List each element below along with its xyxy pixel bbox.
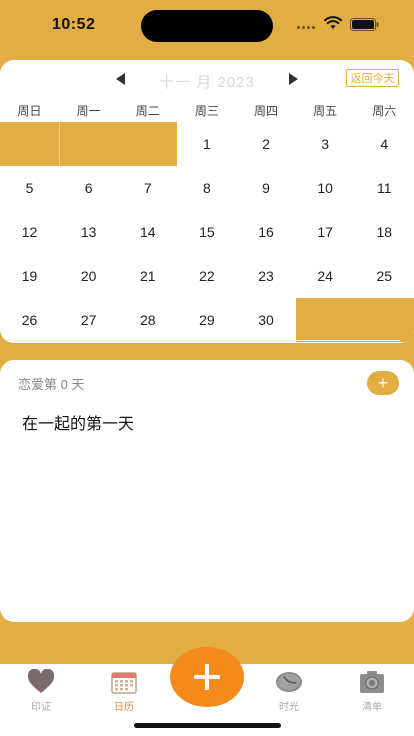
day-cell[interactable]: 9 bbox=[237, 166, 296, 210]
next-month-icon[interactable] bbox=[288, 73, 298, 85]
empty-day-cell bbox=[295, 298, 355, 342]
day-cell[interactable]: 2 bbox=[237, 122, 296, 166]
tab-label: 清单 bbox=[362, 702, 382, 713]
weekday-label: 周六 bbox=[372, 104, 397, 118]
day-cell[interactable]: 7 bbox=[118, 166, 177, 210]
home-indicator bbox=[134, 723, 281, 728]
weekday-label: 周三 bbox=[194, 104, 219, 118]
day-cell[interactable]: 24 bbox=[296, 254, 355, 298]
cellular-signal-icon bbox=[297, 26, 315, 29]
empty-day-cell bbox=[354, 298, 414, 342]
empty-day-cell bbox=[59, 122, 119, 166]
calendar-bottom-divider bbox=[0, 340, 400, 341]
add-note-button[interactable]: + bbox=[367, 371, 399, 395]
tab-label: 时光 bbox=[279, 702, 299, 713]
heart-icon bbox=[27, 669, 55, 693]
empty-day-cell bbox=[118, 122, 178, 166]
calendar-header: 十一 月 2023 返回今天 bbox=[0, 60, 414, 98]
back-to-today-button[interactable]: 返回今天 bbox=[346, 69, 399, 87]
day-cell[interactable]: 21 bbox=[118, 254, 177, 298]
wifi-icon bbox=[324, 16, 342, 29]
day-cell[interactable]: 10 bbox=[296, 166, 355, 210]
weekday-row: 周日 周一 周二 周三 周四 周五 周六 bbox=[0, 102, 414, 118]
empty-day-cell bbox=[0, 122, 60, 166]
add-button[interactable] bbox=[170, 647, 244, 707]
day-cell[interactable]: 22 bbox=[177, 254, 236, 298]
day-cell[interactable]: 19 bbox=[0, 254, 59, 298]
day-cell[interactable]: 28 bbox=[118, 298, 177, 342]
day-cell[interactable]: 5 bbox=[0, 166, 59, 210]
tab-list[interactable]: 清单 bbox=[342, 666, 402, 716]
dynamic-island bbox=[141, 10, 273, 42]
day-cell[interactable]: 27 bbox=[59, 298, 118, 342]
calendar-card: 十一 月 2023 返回今天 周日 周一 周二 周三 周四 周五 周六 1 2 … bbox=[0, 60, 414, 343]
week-row: 1 2 3 4 bbox=[0, 122, 414, 166]
week-row: 19 20 21 22 23 24 25 bbox=[0, 254, 414, 298]
day-cell[interactable]: 20 bbox=[59, 254, 118, 298]
anniversary-note-card: 恋爱第 0 天 + 在一起的第一天 bbox=[0, 360, 414, 622]
day-cell[interactable]: 18 bbox=[355, 210, 414, 254]
status-time: 10:52 bbox=[52, 16, 96, 33]
weekday-label: 周日 bbox=[17, 104, 42, 118]
day-cell[interactable]: 14 bbox=[118, 210, 177, 254]
day-cell[interactable]: 4 bbox=[355, 122, 414, 166]
love-days-counter: 恋爱第 0 天 bbox=[18, 377, 85, 392]
day-cell[interactable]: 3 bbox=[296, 122, 355, 166]
battery-icon bbox=[350, 18, 379, 31]
week-row: 5 6 7 8 9 10 11 bbox=[0, 166, 414, 210]
day-cell[interactable]: 26 bbox=[0, 298, 59, 342]
day-cell[interactable]: 17 bbox=[296, 210, 355, 254]
day-cell[interactable]: 6 bbox=[59, 166, 118, 210]
day-cell[interactable]: 16 bbox=[237, 210, 296, 254]
day-cell[interactable]: 29 bbox=[177, 298, 236, 342]
calendar-icon bbox=[111, 672, 137, 694]
status-bar: 10:52 bbox=[0, 0, 414, 52]
tab-time[interactable]: 时光 bbox=[259, 666, 319, 716]
camera-icon bbox=[360, 671, 384, 693]
day-cell[interactable]: 15 bbox=[177, 210, 236, 254]
clock-icon bbox=[276, 672, 302, 692]
day-cell[interactable]: 1 bbox=[177, 122, 236, 166]
day-cell[interactable]: 8 bbox=[177, 166, 236, 210]
calendar-grid: 1 2 3 4 5 6 7 8 9 10 11 12 13 14 15 16 1… bbox=[0, 122, 414, 342]
day-cell[interactable]: 13 bbox=[59, 210, 118, 254]
tab-proof[interactable]: 印证 bbox=[11, 666, 71, 716]
weekday-label: 周一 bbox=[76, 104, 101, 118]
day-cell[interactable]: 30 bbox=[237, 298, 296, 342]
tab-label: 印证 bbox=[31, 702, 51, 713]
weekday-label: 周二 bbox=[135, 104, 160, 118]
weekday-label: 周四 bbox=[254, 104, 279, 118]
plus-icon bbox=[194, 664, 220, 690]
note-text[interactable]: 在一起的第一天 bbox=[22, 410, 134, 434]
day-cell[interactable]: 12 bbox=[0, 210, 59, 254]
week-row: 12 13 14 15 16 17 18 bbox=[0, 210, 414, 254]
week-row: 26 27 28 29 30 bbox=[0, 298, 414, 342]
day-cell[interactable]: 11 bbox=[355, 166, 414, 210]
tab-calendar[interactable]: 日历 bbox=[94, 666, 154, 716]
weekday-label: 周五 bbox=[313, 104, 338, 118]
day-cell[interactable]: 25 bbox=[355, 254, 414, 298]
tab-label: 日历 bbox=[114, 702, 134, 713]
day-cell[interactable]: 23 bbox=[237, 254, 296, 298]
